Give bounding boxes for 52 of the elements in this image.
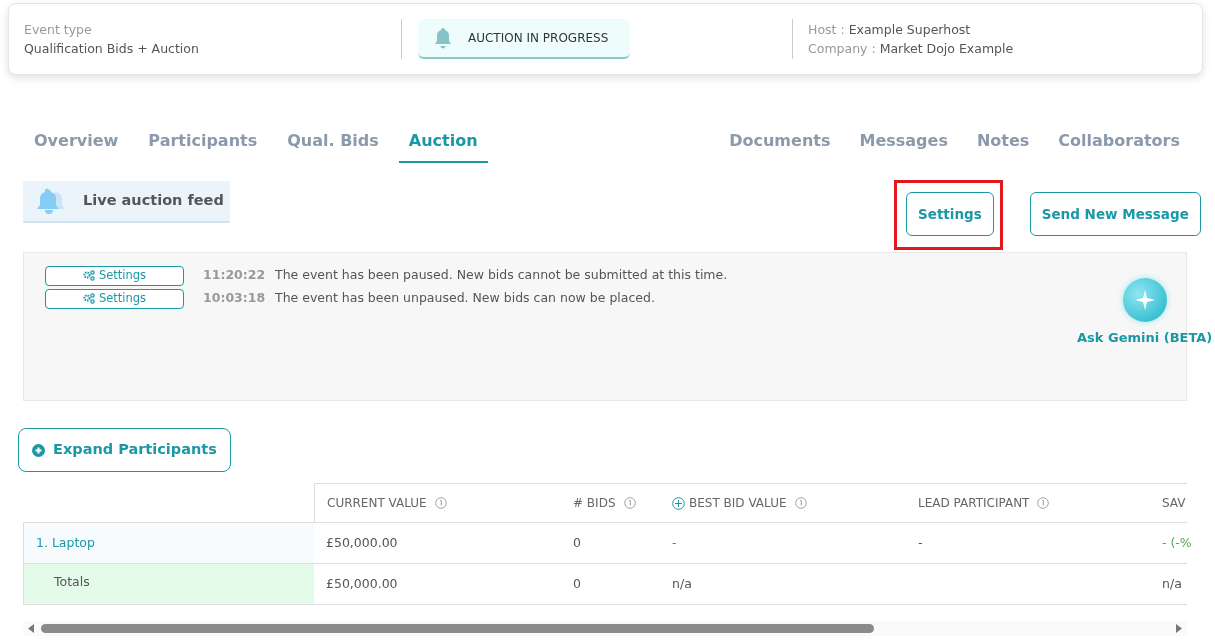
tab[interactable]: Messages bbox=[849, 129, 958, 163]
table-cell-text: - bbox=[671, 533, 678, 552]
horizontal-scrollbar[interactable] bbox=[23, 621, 1187, 636]
tab[interactable]: Notes bbox=[966, 129, 1040, 163]
column-header: CURRENT VALUE bbox=[314, 483, 561, 522]
column-header: # BIDS bbox=[561, 483, 660, 522]
tab[interactable]: Overview bbox=[24, 129, 129, 163]
table-cell-text: n/a bbox=[671, 574, 693, 593]
settings-button[interactable]: Settings bbox=[45, 265, 184, 286]
plus-circle-icon bbox=[672, 496, 685, 510]
info-icon bbox=[794, 497, 807, 509]
table-cell-text: n/a bbox=[1161, 574, 1183, 593]
tab[interactable]: Documents bbox=[719, 129, 841, 163]
tab[interactable]: Collaborators bbox=[1048, 129, 1190, 163]
feed-title: Live auction feed bbox=[83, 191, 224, 211]
gears-icon bbox=[82, 270, 95, 281]
tab[interactable]: Participants bbox=[138, 129, 268, 163]
tab[interactable]: Auction bbox=[398, 129, 488, 163]
settings-button[interactable]: Settings bbox=[45, 288, 184, 309]
column-header: SAV bbox=[1150, 483, 1187, 522]
feed-message: The event has been unpaused. New bids can now be placed. bbox=[275, 289, 655, 308]
action-button[interactable]: Send New Message bbox=[1029, 192, 1201, 236]
left-arrow-icon bbox=[27, 624, 35, 633]
feed-message: The event has been paused. New bids cannot be submitted at this time. bbox=[275, 266, 728, 285]
column-header: LEAD PARTICIPANT bbox=[906, 483, 1150, 522]
column-header: BEST BID VALUE bbox=[660, 483, 906, 522]
assistant-button[interactable]: Ask Gemini (BETA) bbox=[1077, 278, 1213, 348]
event-type-value: Qualification Bids + Auction bbox=[24, 40, 200, 58]
info-icon bbox=[623, 497, 636, 509]
table-cell-text: £50,000.00 bbox=[325, 574, 399, 593]
gears-icon bbox=[82, 293, 95, 304]
tab[interactable]: Qual. Bids bbox=[277, 129, 389, 163]
status-badge: AUCTION IN PROGRESS bbox=[418, 19, 630, 59]
lot-name-cell[interactable]: 1. Laptop bbox=[23, 523, 314, 563]
info-icon bbox=[1037, 497, 1050, 509]
feed-time: 10:03:18 bbox=[203, 289, 267, 308]
table-cell-text: - bbox=[917, 533, 924, 552]
field-label: Event type bbox=[24, 21, 93, 39]
table-cell-text: 0 bbox=[572, 574, 582, 593]
scrollbar-thumb[interactable] bbox=[41, 624, 874, 633]
totals-label-cell: Totals bbox=[23, 564, 314, 604]
host-line: Host : Example Superhost bbox=[808, 21, 972, 39]
feed-time: 11:20:22 bbox=[203, 266, 267, 285]
bell-icon bbox=[434, 27, 452, 49]
action-button[interactable]: Settings bbox=[906, 192, 994, 236]
expand-participants-button[interactable]: Expand Participants bbox=[18, 428, 231, 472]
right-arrow-icon bbox=[1175, 624, 1183, 633]
info-icon bbox=[434, 497, 447, 509]
plus-circle-icon bbox=[32, 443, 45, 457]
table-cell-text: 0 bbox=[572, 533, 582, 552]
company-line: Company : Market Dojo Example bbox=[808, 40, 1014, 58]
table-cell-text: £50,000.00 bbox=[325, 533, 399, 552]
